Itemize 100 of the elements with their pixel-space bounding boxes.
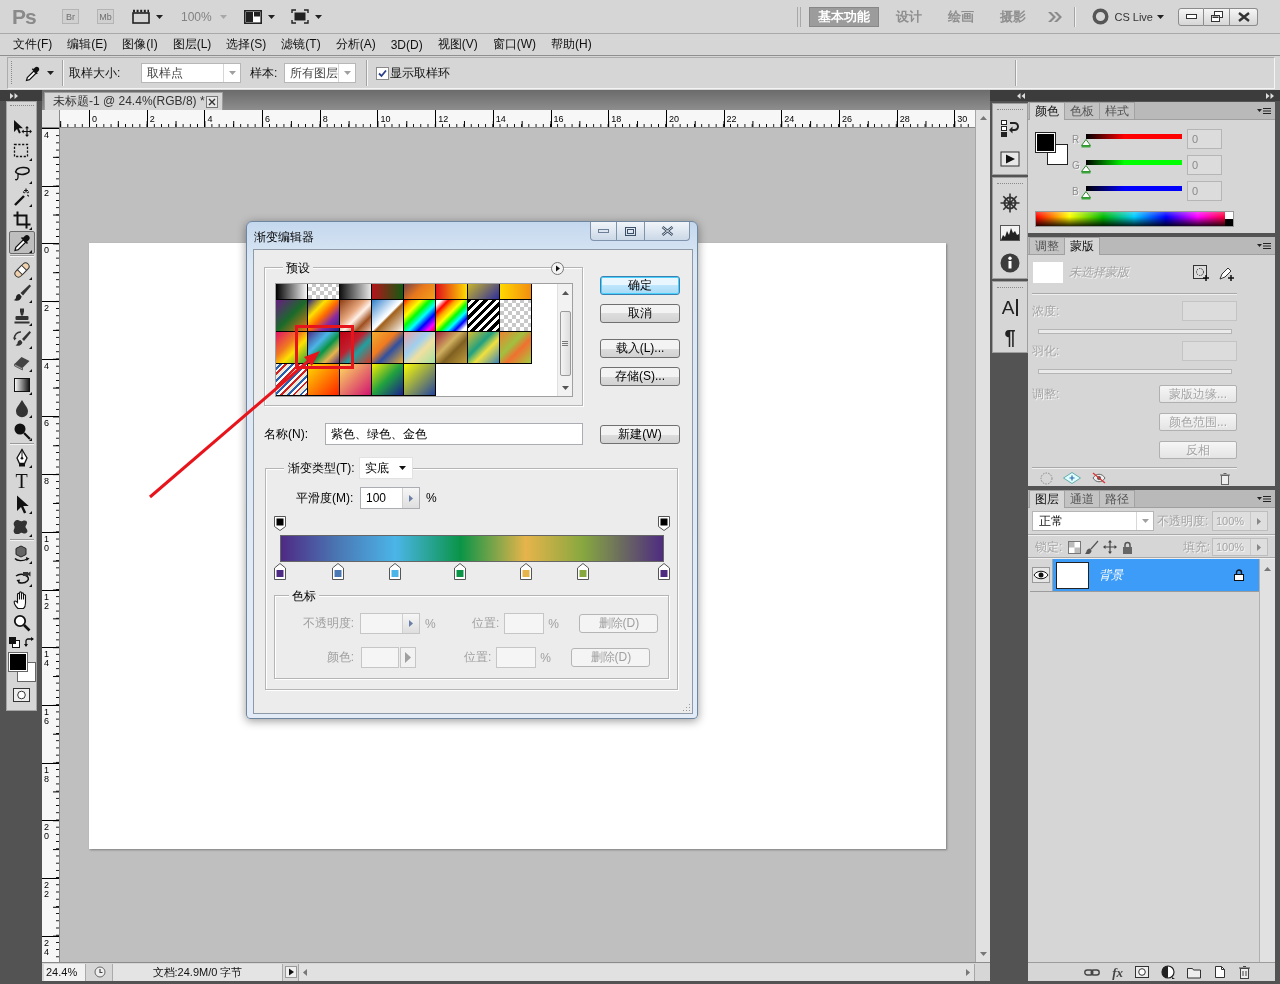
gradient-swatch[interactable] <box>340 300 372 332</box>
horizontal-scrollbar[interactable] <box>298 963 975 981</box>
minimize-button[interactable] <box>1178 7 1204 26</box>
color-swatches-icon[interactable] <box>1035 132 1068 165</box>
document-tab[interactable]: 未标题-1 @ 24.4%(RGB/8) * <box>44 92 223 110</box>
checkbox-label[interactable]: 显示取样环 <box>390 64 450 82</box>
color-stop-icon[interactable] <box>519 563 532 580</box>
square-circle-icon[interactable] <box>1135 966 1149 978</box>
down-arrow-icon[interactable] <box>979 952 987 956</box>
gradient-swatch[interactable] <box>308 300 340 332</box>
gradient-swatch[interactable] <box>276 332 308 364</box>
double-arrow-icon[interactable] <box>1266 92 1274 99</box>
caret-icon[interactable] <box>267 14 275 19</box>
diamond-icon[interactable] <box>1063 472 1081 484</box>
panel-tab[interactable]: 颜色 <box>1029 102 1065 120</box>
link-icon[interactable] <box>1084 966 1101 978</box>
cs-live-button[interactable]: CS Live <box>1114 10 1164 23</box>
density-field[interactable] <box>1182 301 1237 321</box>
color-field[interactable] <box>361 647 399 668</box>
slider-thumb[interactable] <box>1081 139 1091 148</box>
left-arrow-icon[interactable] <box>303 968 307 976</box>
ruler-origin[interactable] <box>42 110 60 128</box>
panel-menu-icon[interactable] <box>1257 106 1271 115</box>
menu-item[interactable]: 文件(F) <box>13 36 53 53</box>
panel-tab[interactable]: 色板 <box>1064 102 1100 119</box>
dialog-button[interactable]: 存储(S)... <box>600 367 680 386</box>
gradient-swatch[interactable] <box>500 284 532 300</box>
close-icon[interactable] <box>206 95 218 108</box>
drag-handle[interactable] <box>10 61 13 85</box>
gradient-swatch[interactable] <box>500 300 532 332</box>
name-field[interactable]: 紫色、绿色、金色 <box>325 423 583 445</box>
checkbox[interactable] <box>376 66 389 80</box>
gradient-swatch[interactable] <box>468 284 500 300</box>
gradient-swatch[interactable] <box>308 332 340 364</box>
actions-panel-button[interactable] <box>997 149 1023 169</box>
gradient-swatch[interactable] <box>404 284 436 300</box>
histogram-panel-button[interactable] <box>997 223 1023 243</box>
menu-item[interactable]: 3D(D) <box>390 37 423 52</box>
new-button[interactable]: 新建(W) <box>600 424 680 444</box>
color-spectrum-bar[interactable] <box>1035 211 1234 227</box>
layout-grid-icon[interactable] <box>243 9 262 24</box>
trash-icon[interactable] <box>1219 471 1231 485</box>
trash-icon[interactable] <box>1238 965 1251 979</box>
restore-button[interactable] <box>1204 7 1230 26</box>
vertical-scrollbar[interactable] <box>1259 559 1275 962</box>
gradient-swatch[interactable] <box>372 364 404 396</box>
gradient-swatch[interactable] <box>500 332 532 364</box>
gradient-swatch[interactable] <box>404 332 436 364</box>
opacity-field[interactable] <box>360 613 420 634</box>
launch-button[interactable]: Br <box>62 9 79 24</box>
smoothness-field[interactable]: 100 <box>360 487 420 509</box>
folder-icon[interactable] <box>1187 965 1201 979</box>
caret-icon[interactable] <box>156 14 163 19</box>
opacity-stop-icon[interactable] <box>274 516 286 531</box>
caret-icon[interactable] <box>47 71 54 75</box>
circled-triangle-icon[interactable] <box>551 261 564 275</box>
double-arrow-icon[interactable] <box>10 92 18 99</box>
slider-thumb[interactable] <box>1081 165 1091 174</box>
gradient-swatch[interactable] <box>404 364 436 396</box>
ring-icon[interactable] <box>1092 8 1110 25</box>
color-stop-icon[interactable] <box>658 563 670 580</box>
menu-item[interactable]: 帮助(H) <box>551 36 592 53</box>
brush-icon[interactable] <box>1085 540 1100 554</box>
color-stop-icon[interactable] <box>577 563 590 580</box>
dotted-square-plus-icon[interactable] <box>1193 264 1209 281</box>
checker-icon[interactable] <box>1068 540 1082 554</box>
gradient-swatch[interactable] <box>372 332 404 364</box>
character-panel-button[interactable]: A <box>997 297 1023 317</box>
sample-size-dropdown[interactable]: 取样点 <box>141 63 241 83</box>
down-arrow-icon[interactable] <box>561 386 569 390</box>
gradient-swatch[interactable] <box>372 300 404 332</box>
menu-item[interactable]: 分析(A) <box>335 36 376 53</box>
menu-item[interactable]: 图层(L) <box>172 36 212 53</box>
color-stop-icon[interactable] <box>389 563 402 580</box>
right-arrow-icon[interactable] <box>409 620 413 627</box>
clock-icon[interactable] <box>94 966 106 978</box>
sample-dropdown[interactable]: 所有图层 <box>284 63 356 83</box>
dotted-circle-icon[interactable] <box>1040 471 1053 485</box>
gradient-swatch[interactable] <box>372 284 404 300</box>
gradient-type-dropdown[interactable]: 实底 <box>358 457 413 479</box>
menu-item[interactable]: 窗口(W) <box>492 36 536 53</box>
close-button[interactable] <box>645 222 690 241</box>
right-arrow-icon[interactable] <box>409 494 413 502</box>
gradient-swatch[interactable] <box>436 332 468 364</box>
menu-item[interactable]: 图像(I) <box>122 36 158 53</box>
dialog-button[interactable]: 确定 <box>600 276 680 295</box>
menu-item[interactable]: 视图(V) <box>437 36 478 53</box>
lock-icon[interactable] <box>1122 540 1134 554</box>
right-arrow-icon[interactable] <box>1257 543 1261 551</box>
menu-item[interactable]: 编辑(E) <box>67 36 108 53</box>
resize-grip-icon[interactable] <box>682 703 691 712</box>
slider-thumb[interactable] <box>1081 191 1091 200</box>
close-button[interactable] <box>1230 7 1258 26</box>
color-stop-icon[interactable] <box>331 563 344 580</box>
eye-crossed-icon[interactable] <box>1092 472 1106 484</box>
scroll-thumb[interactable] <box>559 311 571 376</box>
feather-field[interactable] <box>1182 341 1237 361</box>
new-page-icon[interactable] <box>1213 965 1226 979</box>
move-arrows-icon[interactable] <box>1103 540 1118 554</box>
color-swatches-icon[interactable] <box>7 652 36 682</box>
